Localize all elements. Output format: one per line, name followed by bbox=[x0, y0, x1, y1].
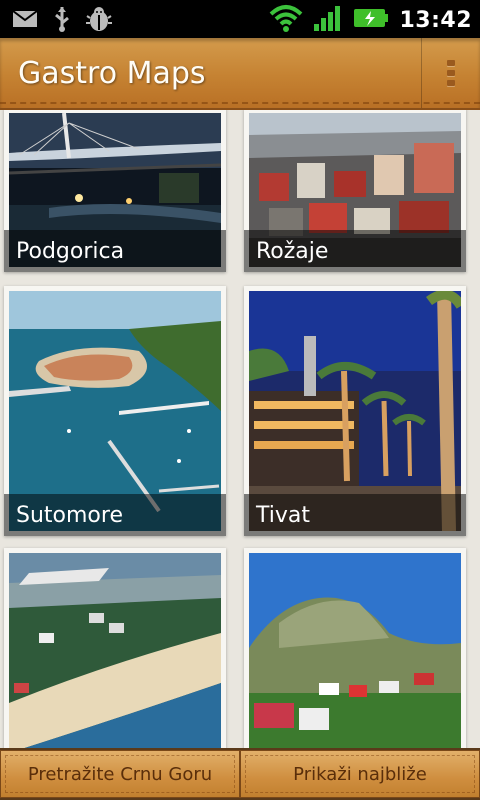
city-tile-tivat[interactable]: Tivat bbox=[244, 286, 466, 536]
city-label: Sutomore bbox=[4, 494, 226, 536]
city-grid: Podgorica Rožaje Sutomore Tivat bbox=[0, 110, 480, 750]
app-bar: Gastro Maps bbox=[0, 38, 480, 110]
city-tile-rozaje[interactable]: Rožaje bbox=[244, 110, 466, 272]
city-tile-sutomore[interactable]: Sutomore bbox=[4, 286, 226, 536]
debug-bug-icon bbox=[86, 6, 112, 36]
wifi-icon bbox=[269, 4, 303, 36]
mail-icon bbox=[12, 9, 38, 33]
show-nearest-label: Prikaži najbliže bbox=[293, 763, 427, 785]
show-nearest-button[interactable]: Prikaži najbliže bbox=[240, 750, 480, 798]
bottom-action-bar: Pretražite Crnu Goru Prikaži najbliže bbox=[0, 748, 480, 800]
city-tile-beach[interactable] bbox=[4, 548, 226, 750]
app-title: Gastro Maps bbox=[18, 56, 206, 91]
city-image-mountain bbox=[249, 553, 461, 750]
city-tile-podgorica[interactable]: Podgorica bbox=[4, 110, 226, 272]
status-time: 13:42 bbox=[399, 7, 472, 33]
search-montenegro-button[interactable]: Pretražite Crnu Goru bbox=[0, 750, 240, 798]
overflow-menu-icon[interactable] bbox=[421, 38, 480, 108]
city-label: Podgorica bbox=[4, 230, 226, 272]
city-label: Rožaje bbox=[244, 230, 466, 272]
search-montenegro-label: Pretražite Crnu Goru bbox=[27, 763, 213, 785]
battery-charging-icon bbox=[353, 6, 389, 34]
city-image-beach bbox=[9, 553, 221, 750]
status-bar: 13:42 bbox=[0, 0, 480, 38]
city-tile-mountain[interactable] bbox=[244, 548, 466, 750]
signal-icon bbox=[313, 4, 343, 36]
city-label: Tivat bbox=[244, 494, 466, 536]
leather-stitch bbox=[0, 102, 480, 104]
usb-icon bbox=[52, 6, 72, 36]
